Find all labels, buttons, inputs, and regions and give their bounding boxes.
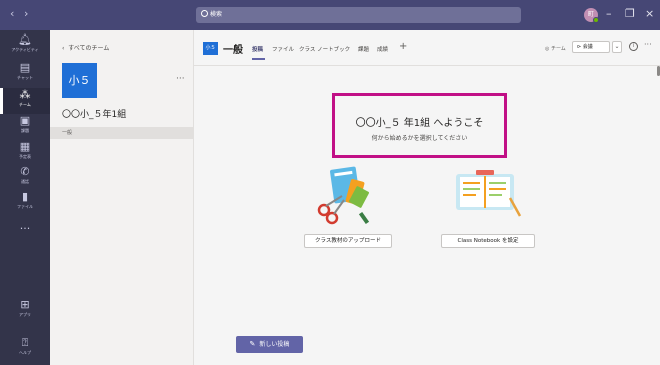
phone-icon: ✆ — [20, 165, 30, 178]
tab-posts[interactable]: 投稿 — [252, 45, 263, 53]
info-icon[interactable]: i — [629, 42, 638, 51]
meet-button[interactable]: ⊳ 会議 — [572, 41, 610, 53]
calendar-icon: ▦ — [19, 140, 31, 153]
team-button-label: チーム — [550, 46, 566, 52]
channel-item-general[interactable]: 一般 — [50, 127, 194, 139]
new-post-button[interactable]: ✎ 新しい投稿 — [236, 336, 303, 353]
more-options-icon[interactable]: ··· — [644, 40, 652, 49]
rail-item-chat[interactable]: ▤ チャット — [0, 61, 50, 87]
rail-item-label: ヘルプ — [19, 350, 31, 355]
welcome-title: 〇〇小_５ 年1組 へようこそ — [355, 118, 484, 129]
rail-item-label: 課題 — [21, 128, 29, 133]
bell-icon: 🔔︎ — [18, 33, 32, 46]
rail-item-help[interactable]: ⍰ ヘルプ — [0, 336, 50, 362]
rail-item-files[interactable]: ▮ ファイル — [0, 190, 50, 216]
apps-icon: ⊞ — [20, 298, 30, 311]
close-icon[interactable]: × — [645, 8, 654, 20]
tab-grades[interactable]: 成績 — [377, 45, 388, 53]
app-rail: 🔔︎ アクティビティ ▤ チャット ⁂ チーム ▣ 課題 ▦ 予定表 ✆ 通話 … — [0, 30, 50, 365]
rail-item-label: 予定表 — [19, 154, 31, 159]
channel-team-avatar: 小５ — [203, 42, 218, 55]
teams-icon: ⁂ — [19, 88, 31, 101]
forward-arrow-icon[interactable]: › — [24, 8, 28, 20]
rail-item-label: アクティビティ — [11, 47, 39, 52]
search-icon — [201, 10, 208, 17]
active-indicator — [0, 88, 3, 114]
search-input[interactable]: 検索 — [196, 7, 521, 23]
rail-item-calls[interactable]: ✆ 通話 — [0, 165, 50, 191]
rail-item-teams[interactable]: ⁂ チーム — [0, 88, 50, 114]
tab-class-notebook[interactable]: クラス ノートブック — [299, 45, 350, 53]
class-notebook-illustration — [456, 170, 522, 217]
channel-title: 一般 — [223, 45, 243, 56]
upload-materials-button[interactable]: クラス教材のアップロード — [304, 234, 392, 248]
posts-content: 〇〇小_５ 年1組 へようこそ 何から始めるかを選択してください クラス教材のア… — [194, 66, 660, 365]
rail-item-assignments[interactable]: ▣ 課題 — [0, 114, 50, 140]
file-icon: ▮ — [21, 190, 29, 203]
more-icon: ··· — [19, 222, 31, 235]
back-arrow-icon[interactable]: ‹ — [10, 8, 14, 20]
channel-label: 一般 — [62, 130, 73, 136]
chat-icon: ▤ — [19, 61, 31, 74]
meet-label: 会議 — [582, 44, 593, 50]
add-tab-button[interactable]: + — [399, 41, 407, 52]
upload-materials-illustration — [317, 166, 370, 225]
channel-header: 小５ 一般 投稿 ファイル クラス ノートブック 課題 成績 + ◎ チーム ⊳… — [194, 30, 660, 66]
team-name: 〇〇小_５年1組 — [62, 110, 127, 120]
welcome-subtitle: 何から始めるかを選択してください — [371, 135, 468, 142]
team-pane: ‹ すべてのチーム 小５ 〇〇小_５年1組 — [50, 30, 194, 365]
rail-item-apps[interactable]: ⊞ アプリ — [0, 298, 50, 324]
all-teams-label: すべてのチーム — [68, 45, 110, 52]
team-button[interactable]: ◎ チーム — [545, 45, 566, 52]
team-more-options[interactable]: ··· — [176, 74, 185, 84]
welcome-highlight-box: 〇〇小_５ 年1組 へようこそ 何から始めるかを選択してください — [332, 93, 507, 158]
rail-item-activity[interactable]: 🔔︎ アクティビティ — [0, 33, 50, 59]
rail-item-label: チーム — [19, 102, 31, 107]
team-avatar: 小５ — [62, 63, 97, 98]
help-icon: ⍰ — [21, 336, 29, 349]
rail-item-label: 通話 — [21, 179, 29, 184]
search-placeholder: 検索 — [210, 11, 223, 18]
maximize-icon[interactable]: ❐ — [625, 8, 635, 20]
all-teams-link[interactable]: ‹ すべてのチーム — [62, 43, 109, 52]
compose-icon: ✎ — [249, 340, 256, 348]
new-post-label: 新しい投稿 — [259, 341, 290, 348]
teams-window: ‹ › 検索 町 – ❐ × 🔔︎ アクティビティ ▤ チャット ⁂ チーム ▣… — [0, 0, 660, 365]
presence-dot — [593, 17, 599, 23]
tab-files[interactable]: ファイル — [272, 45, 294, 53]
minimize-icon[interactable]: – — [606, 8, 612, 20]
tab-assignments[interactable]: 課題 — [358, 45, 369, 53]
title-bar: ‹ › 検索 町 – ❐ × — [0, 0, 660, 30]
setup-notebook-button[interactable]: Class Notebook を設定 — [441, 234, 535, 248]
assignments-icon: ▣ — [19, 114, 31, 127]
more-apps-button[interactable]: ··· — [0, 222, 50, 248]
rail-item-label: アプリ — [19, 312, 31, 317]
active-tab-underline — [252, 58, 265, 60]
rail-item-label: ファイル — [17, 204, 33, 209]
rail-item-calendar[interactable]: ▦ 予定表 — [0, 140, 50, 166]
rail-item-label: チャット — [17, 75, 33, 80]
meet-dropdown-chevron-down-icon[interactable]: ⌄ — [612, 41, 622, 53]
